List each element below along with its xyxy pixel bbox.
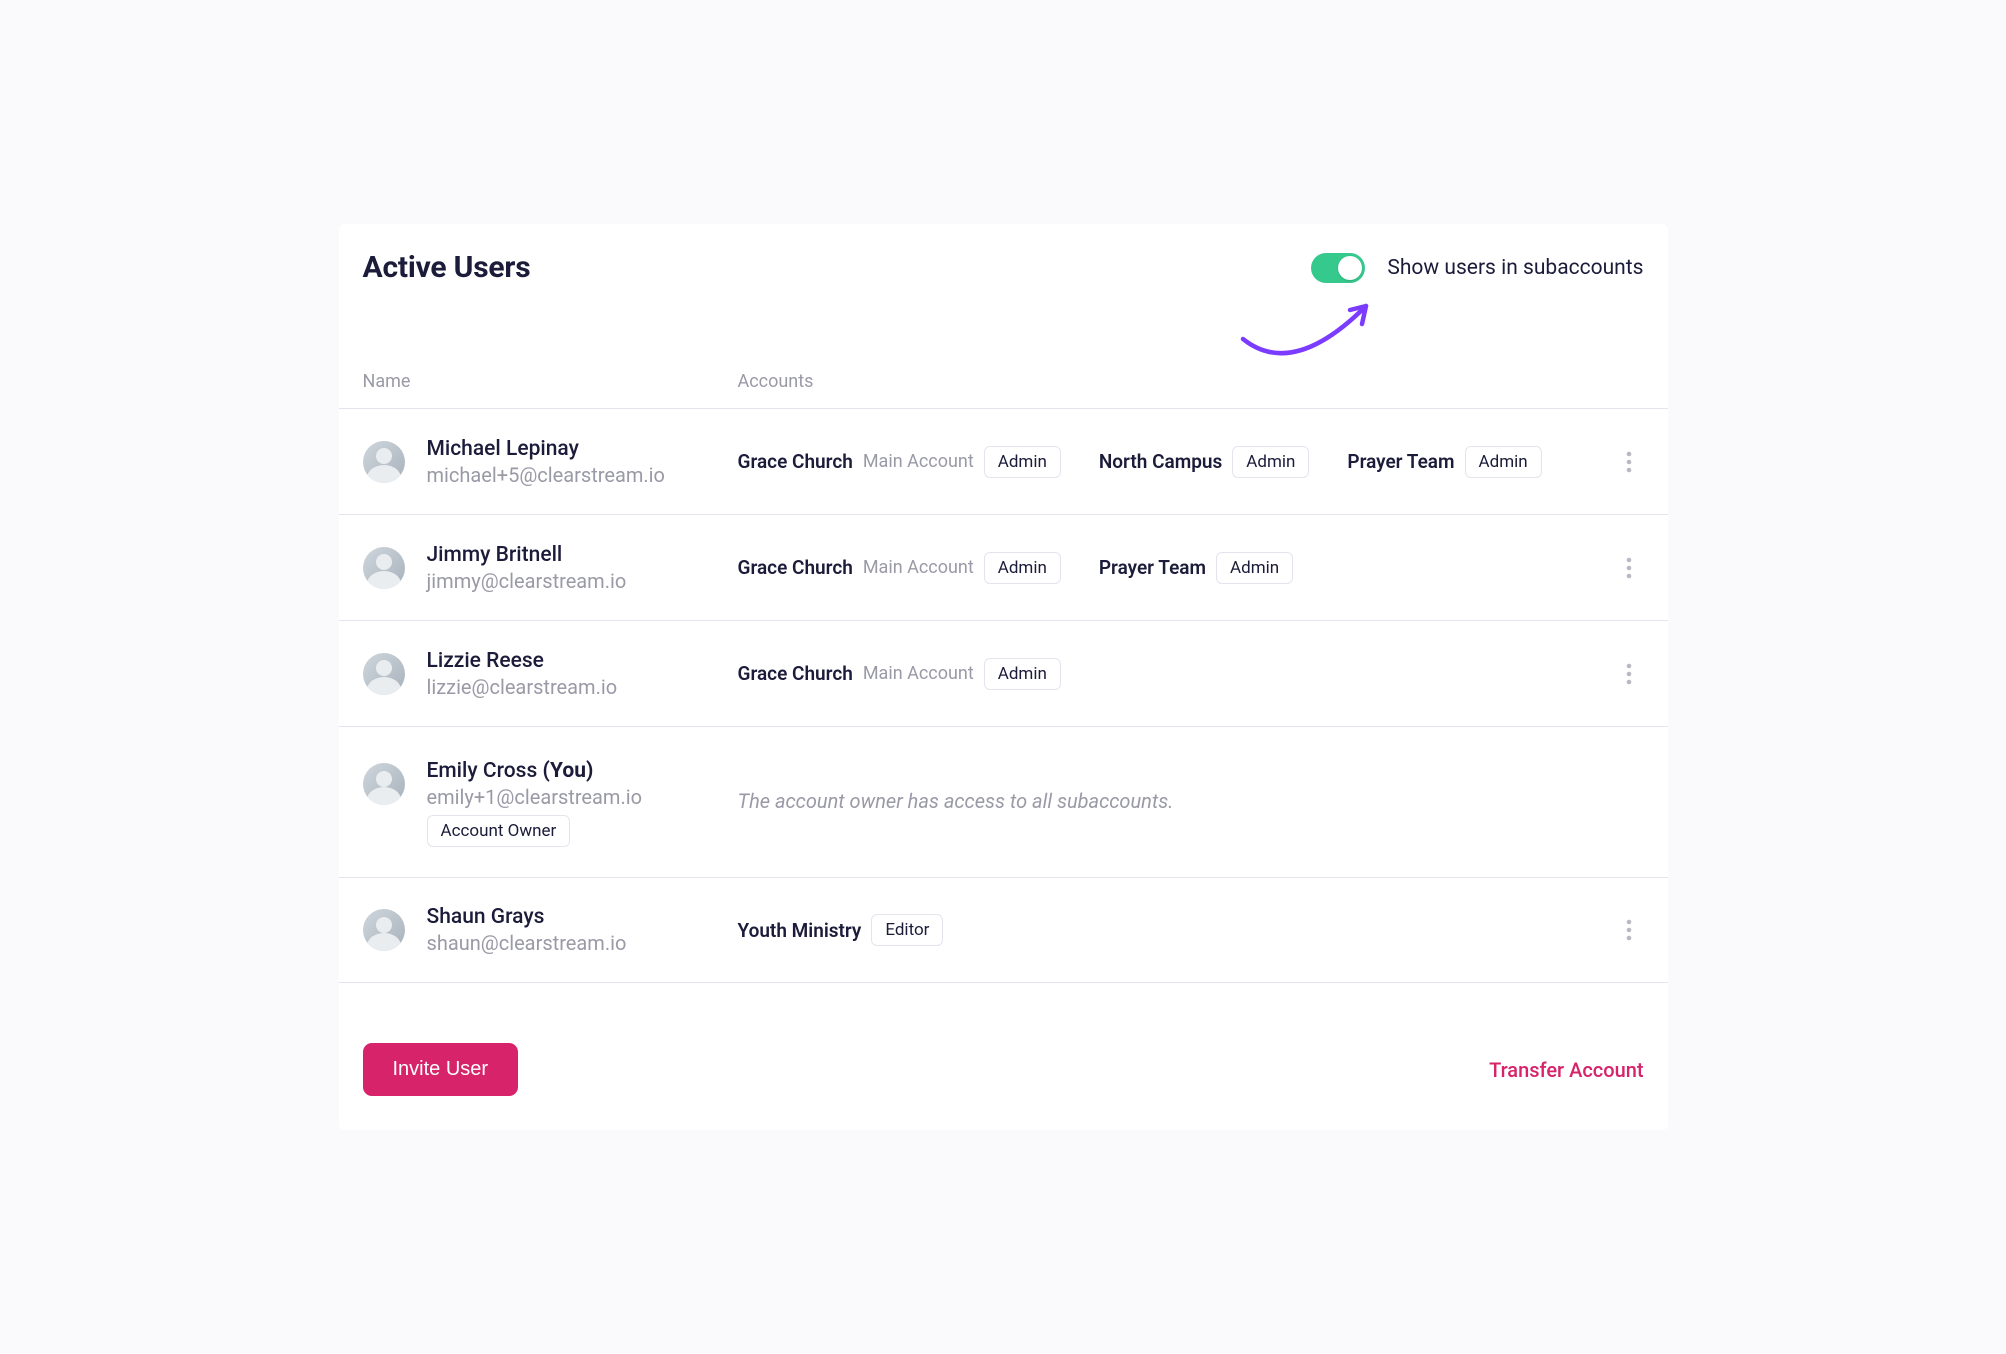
account-name: Grace Church <box>738 662 853 685</box>
role-badge[interactable]: Admin <box>984 658 1061 690</box>
role-badge[interactable]: Admin <box>984 552 1061 584</box>
user-name: Emily Cross (You) <box>427 759 738 783</box>
users-table: Michael Lepinaymichael+5@clearstream.ioG… <box>339 408 1668 983</box>
transfer-account-link[interactable]: Transfer Account <box>1489 1058 1643 1082</box>
user-email: lizzie@clearstream.io <box>427 675 738 699</box>
column-headers: Name Accounts <box>339 371 1668 408</box>
user-info: Lizzie Reeselizzie@clearstream.io <box>427 649 738 699</box>
subaccounts-toggle[interactable] <box>1311 253 1365 283</box>
account-sub-label: Main Account <box>863 451 974 472</box>
user-accounts: The account owner has access to all suba… <box>738 759 1644 813</box>
user-accounts: Youth Ministry Editor <box>738 914 1614 946</box>
account-name: Prayer Team <box>1099 556 1206 579</box>
role-badge[interactable]: Editor <box>871 914 943 946</box>
account-entry: Grace Church Main Account Admin <box>738 446 1061 478</box>
subaccounts-toggle-label: Show users in subaccounts <box>1387 256 1643 280</box>
more-menu-button[interactable] <box>1614 663 1644 685</box>
invite-user-button[interactable]: Invite User <box>363 1043 519 1096</box>
owner-note: The account owner has access to all suba… <box>738 789 1174 813</box>
account-name: Grace Church <box>738 450 853 473</box>
user-row: Jimmy Britnelljimmy@clearstream.ioGrace … <box>339 514 1668 620</box>
account-entry: Grace Church Main Account Admin <box>738 658 1061 690</box>
avatar <box>363 547 405 589</box>
user-info: Shaun Graysshaun@clearstream.io <box>427 905 738 955</box>
user-name: Jimmy Britnell <box>427 543 738 567</box>
role-badge[interactable]: Admin <box>1465 446 1542 478</box>
account-sub-label: Main Account <box>863 663 974 684</box>
avatar <box>363 653 405 695</box>
more-menu-button[interactable] <box>1614 451 1644 473</box>
user-name: Michael Lepinay <box>427 437 738 461</box>
user-email: emily+1@clearstream.io <box>427 785 738 809</box>
role-badge[interactable]: Admin <box>984 446 1061 478</box>
user-row: Lizzie Reeselizzie@clearstream.ioGrace C… <box>339 620 1668 726</box>
avatar <box>363 441 405 483</box>
user-name: Lizzie Reese <box>427 649 738 673</box>
account-name: Prayer Team <box>1347 450 1454 473</box>
active-users-card: Active Users Show users in subaccounts N… <box>339 224 1668 1130</box>
account-entry: Grace Church Main Account Admin <box>738 552 1061 584</box>
user-email: shaun@clearstream.io <box>427 931 738 955</box>
user-name: Shaun Grays <box>427 905 738 929</box>
account-name: Youth Ministry <box>738 919 862 942</box>
user-email: michael+5@clearstream.io <box>427 463 738 487</box>
column-accounts: Accounts <box>738 371 814 392</box>
user-info: Michael Lepinaymichael+5@clearstream.io <box>427 437 738 487</box>
header: Active Users Show users in subaccounts <box>339 250 1668 285</box>
avatar <box>363 763 405 805</box>
user-accounts: Grace ChurchMain AccountAdminPrayer Team… <box>738 552 1614 584</box>
account-entry: Youth Ministry Editor <box>738 914 944 946</box>
user-row: Michael Lepinaymichael+5@clearstream.ioG… <box>339 408 1668 514</box>
more-menu-button[interactable] <box>1614 919 1644 941</box>
you-label: (You) <box>537 759 593 783</box>
pointer-arrow-icon <box>1238 294 1388 364</box>
column-name: Name <box>363 371 738 392</box>
account-entry: North Campus Admin <box>1099 446 1310 478</box>
account-entry: Prayer Team Admin <box>1099 552 1293 584</box>
account-entry: Prayer Team Admin <box>1347 446 1541 478</box>
user-accounts: Grace Church Main Account Admin <box>738 658 1614 690</box>
user-email: jimmy@clearstream.io <box>427 569 738 593</box>
user-info: Emily Cross (You)emily+1@clearstream.ioA… <box>427 759 738 841</box>
subaccounts-toggle-wrap: Show users in subaccounts <box>1311 253 1643 283</box>
footer: Invite User Transfer Account <box>339 983 1668 1096</box>
user-accounts: Grace ChurchMain AccountAdminNorth Campu… <box>738 446 1614 478</box>
avatar <box>363 909 405 951</box>
account-name: North Campus <box>1099 450 1222 473</box>
user-row: Emily Cross (You)emily+1@clearstream.io A… <box>339 726 1668 877</box>
role-badge[interactable]: Admin <box>1216 552 1293 584</box>
more-menu-button[interactable] <box>1614 557 1644 579</box>
account-name: Grace Church <box>738 556 853 579</box>
role-badge[interactable]: Admin <box>1232 446 1309 478</box>
account-sub-label: Main Account <box>863 557 974 578</box>
user-row: Shaun Graysshaun@clearstream.ioYouth Min… <box>339 877 1668 983</box>
user-info: Jimmy Britnelljimmy@clearstream.io <box>427 543 738 593</box>
owner-badge: Account Owner <box>427 815 571 847</box>
page-title: Active Users <box>363 250 531 285</box>
toggle-knob <box>1338 256 1362 280</box>
